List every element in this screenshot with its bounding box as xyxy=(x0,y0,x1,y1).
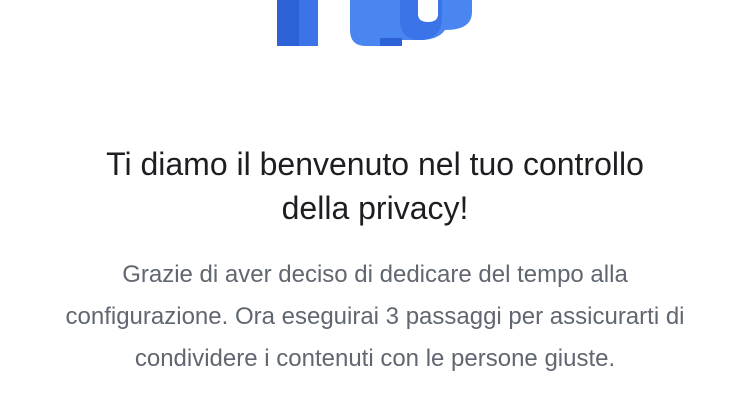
welcome-description: Grazie di aver deciso di dedicare del te… xyxy=(65,261,685,372)
privacy-checkup-welcome-screen: Ti diamo il benvenuto nel tuo controllo … xyxy=(0,0,750,400)
welcome-title: Ti diamo il benvenuto nel tuo controllo … xyxy=(106,146,644,226)
privacy-checkup-illustration-icon xyxy=(270,0,480,52)
